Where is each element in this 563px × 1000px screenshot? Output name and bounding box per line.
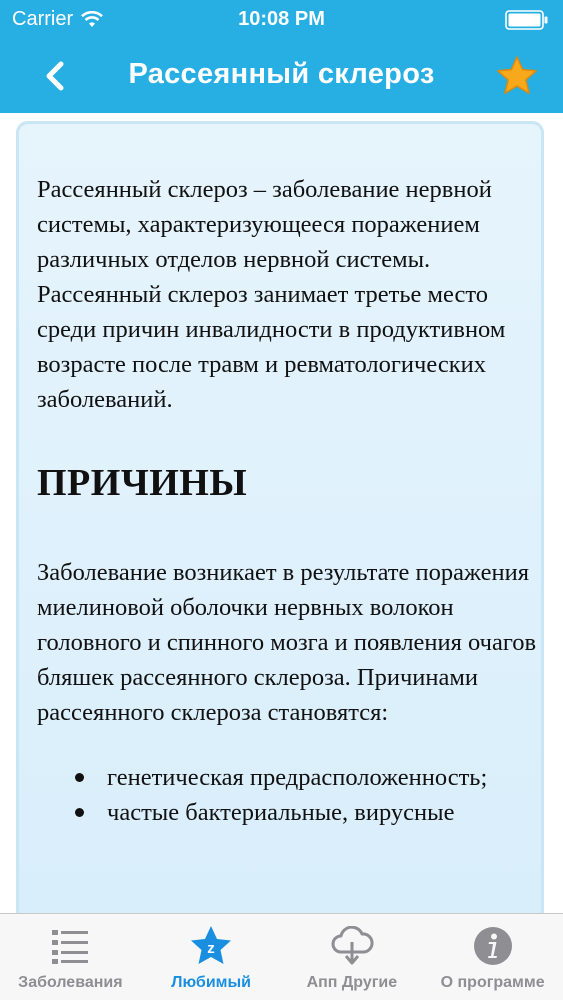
tab-bar: Заболевания z Любимый Апп Другие О прогр… bbox=[0, 913, 563, 1000]
bullet-icon bbox=[75, 773, 84, 782]
status-bar: Carrier 10:08 PM bbox=[0, 0, 563, 38]
bullet-icon bbox=[75, 808, 84, 817]
tab-label: Апп Другие bbox=[306, 974, 398, 991]
article-body: Рассеянный склероз – заболевание нервной… bbox=[37, 172, 537, 830]
tab-favorite[interactable]: z Любимый bbox=[141, 914, 282, 1000]
tab-label: О программе bbox=[440, 974, 545, 991]
tab-label: Заболевания bbox=[18, 974, 123, 991]
header: Carrier 10:08 PM Рассеянный склероз bbox=[0, 0, 563, 113]
tab-about[interactable]: О программе bbox=[422, 914, 563, 1000]
causes-paragraph: Заболевание возникает в результате пораж… bbox=[37, 559, 537, 726]
tab-diseases[interactable]: Заболевания bbox=[0, 914, 141, 1000]
list-item: частые бактериальные, вирусные bbox=[37, 795, 537, 830]
page-title: Рассеянный склероз bbox=[128, 58, 435, 90]
star-icon bbox=[497, 56, 537, 94]
clock: 10:08 PM bbox=[238, 8, 325, 30]
back-button[interactable] bbox=[30, 52, 80, 100]
causes-list: генетическая предрасположенность; частые… bbox=[37, 760, 537, 830]
tab-label: Любимый bbox=[171, 974, 251, 991]
article-intro: Рассеянный склероз – заболевание нервной… bbox=[37, 176, 506, 413]
article-scroll-view[interactable]: Рассеянный склероз – заболевание нервной… bbox=[0, 113, 563, 913]
favorite-button[interactable] bbox=[491, 50, 543, 102]
list-item-text: частые бактериальные, вирусные bbox=[107, 799, 455, 826]
tab-other-apps[interactable]: Апп Другие bbox=[282, 914, 423, 1000]
list-item-text: генетическая предрасположенность; bbox=[107, 764, 488, 791]
nav-bar: Рассеянный склероз bbox=[0, 40, 563, 112]
star-badge-icon: z bbox=[189, 924, 233, 968]
section-heading: ПРИЧИНЫ bbox=[37, 462, 248, 504]
list-item: генетическая предрасположенность; bbox=[37, 760, 537, 795]
cloud-download-icon bbox=[330, 924, 374, 968]
list-icon bbox=[48, 924, 92, 968]
battery-icon bbox=[505, 10, 548, 30]
svg-text:z: z bbox=[207, 940, 215, 957]
article-card: Рассеянный склероз – заболевание нервной… bbox=[16, 121, 544, 913]
chevron-left-icon bbox=[46, 61, 64, 91]
info-icon bbox=[471, 924, 515, 968]
